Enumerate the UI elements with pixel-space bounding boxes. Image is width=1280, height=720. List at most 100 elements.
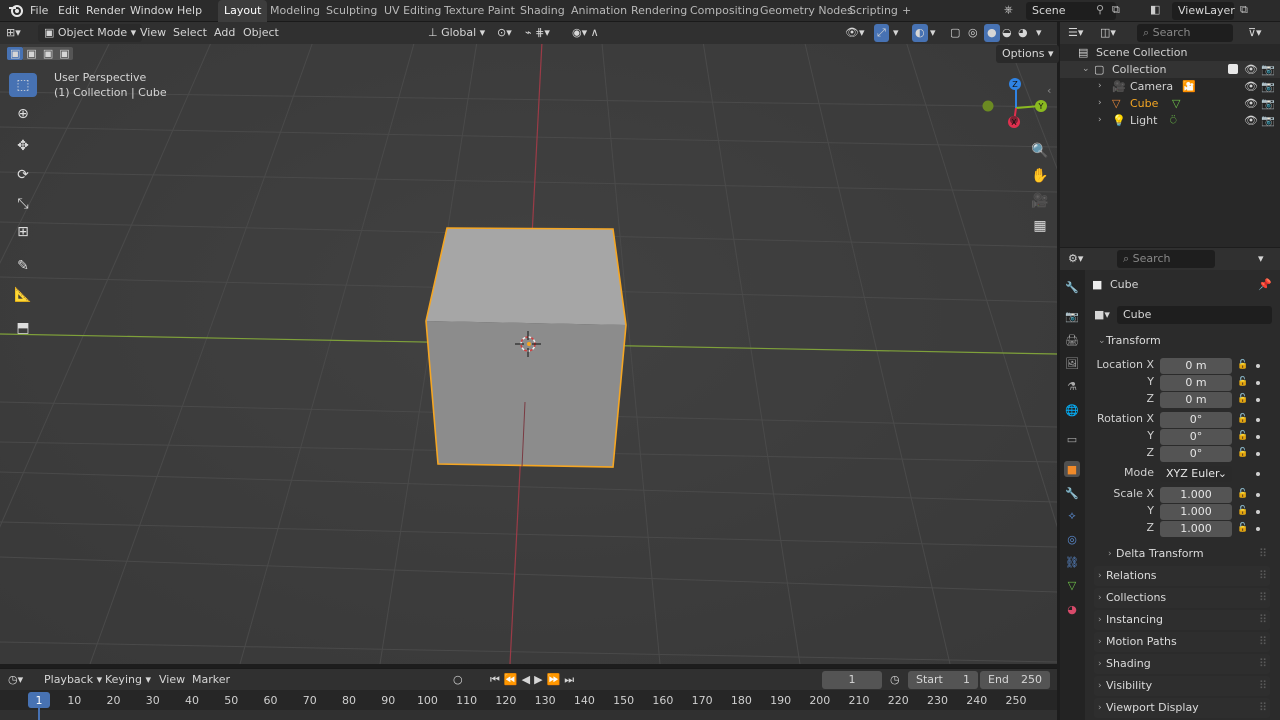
select-extend-icon[interactable]: ▣ bbox=[23, 47, 40, 60]
camera-data-icon[interactable]: 🎦 bbox=[1182, 78, 1196, 95]
tab-rendering[interactable]: Rendering bbox=[625, 0, 693, 22]
panel-shading[interactable]: › Shading ⠿ bbox=[1094, 654, 1270, 674]
lock-icon[interactable]: 🔓 bbox=[1237, 523, 1248, 533]
pin-icon[interactable]: 📌 bbox=[1258, 276, 1272, 294]
outliner-row-light[interactable]: › 💡 Light ⍥ 👁 📷 bbox=[1060, 112, 1280, 129]
constraints-tab-icon[interactable]: ⛓ bbox=[1064, 554, 1080, 570]
new-view-layer-icon[interactable]: ⧉ bbox=[1240, 3, 1248, 17]
properties-search[interactable]: ⌕ Search bbox=[1117, 250, 1215, 268]
transform-panel-header[interactable]: ⌄ Transform bbox=[1094, 331, 1270, 351]
new-scene-icon[interactable]: ⧉ bbox=[1112, 3, 1120, 17]
mode-dropdown[interactable]: ▣ Object Mode ▾ bbox=[38, 24, 143, 42]
lock-icon[interactable]: 🔓 bbox=[1237, 431, 1248, 441]
pin-scene-icon[interactable]: ⚲ bbox=[1096, 3, 1104, 16]
tab-compositing[interactable]: Compositing bbox=[684, 0, 765, 22]
scene-selector-icon[interactable]: ⎈ bbox=[1004, 3, 1013, 17]
object-datablock-icon[interactable]: ■▾ bbox=[1094, 306, 1110, 324]
select-intersect-icon[interactable]: ▣ bbox=[56, 47, 73, 60]
select-mode-buttons[interactable]: ▣ ▣ ▣ ▣ bbox=[7, 46, 87, 62]
shading-wireframe-icon[interactable]: ◎ bbox=[968, 24, 978, 42]
playback-controls[interactable]: ⏮⏪◀▶⏩⏭ bbox=[490, 671, 578, 689]
tab-scripting[interactable]: Scripting bbox=[843, 0, 904, 22]
play-icon[interactable]: ▶ bbox=[534, 673, 546, 686]
zoom-view-icon[interactable]: 🔍 bbox=[1026, 139, 1054, 163]
outliner-row-collection[interactable]: ⌄ ▢ Collection 👁 📷 bbox=[1060, 61, 1280, 78]
measure-tool-icon[interactable]: 📐 bbox=[9, 283, 37, 307]
lock-icon[interactable]: 🔓 bbox=[1237, 414, 1248, 424]
scale-z-field[interactable]: 1.000 bbox=[1160, 521, 1232, 537]
output-tab-icon[interactable]: 🖨 bbox=[1064, 332, 1080, 348]
annotate-tool-icon[interactable]: ✎ bbox=[9, 254, 37, 278]
select-new-icon[interactable]: ▣ bbox=[7, 47, 24, 60]
panel-collections[interactable]: › Collections ⠿ bbox=[1094, 588, 1270, 608]
xray-toggle-icon[interactable]: ▢ bbox=[950, 24, 960, 42]
location-y-field[interactable]: 0 m bbox=[1160, 375, 1232, 391]
options-dropdown[interactable]: Options ▾ bbox=[996, 45, 1060, 63]
blender-logo-icon[interactable] bbox=[8, 3, 24, 20]
keyframe-dot-icon[interactable] bbox=[1256, 418, 1260, 422]
lock-icon[interactable]: 🔓 bbox=[1237, 489, 1248, 499]
panel-instancing[interactable]: › Instancing ⠿ bbox=[1094, 610, 1270, 630]
prev-keyframe-icon[interactable]: ⏪ bbox=[504, 673, 522, 686]
menu-edit[interactable]: Edit bbox=[58, 4, 79, 17]
outliner-row-camera[interactable]: › 🎥 Camera 🎦 👁 📷 bbox=[1060, 78, 1280, 95]
current-frame-field[interactable]: 1 bbox=[822, 671, 882, 689]
properties-editor-type-icon[interactable]: ⚙▾ bbox=[1068, 250, 1083, 268]
select-box-tool-icon[interactable]: ⬚ bbox=[9, 73, 37, 97]
shading-dropdown-icon[interactable]: ▾ bbox=[1036, 24, 1042, 42]
end-frame-field[interactable]: End 250 bbox=[980, 671, 1050, 689]
camera-view-icon[interactable]: 🎥 bbox=[1026, 189, 1054, 213]
tab-uv-editing[interactable]: UV Editing bbox=[378, 0, 447, 22]
outliner-row-cube[interactable]: › ▽ Cube ▽ 👁 📷 bbox=[1060, 95, 1280, 112]
outliner-filter-icon[interactable]: ⊽▾ bbox=[1248, 24, 1262, 42]
location-x-field[interactable]: 0 m bbox=[1160, 358, 1232, 374]
light-data-icon[interactable]: ⍥ bbox=[1170, 112, 1177, 129]
lock-icon[interactable]: 🔓 bbox=[1237, 394, 1248, 404]
visibility-eye-icon[interactable]: 👁 bbox=[1244, 112, 1258, 129]
viewport-menu-object[interactable]: Object bbox=[243, 24, 279, 42]
object-name-field[interactable]: Cube bbox=[1117, 306, 1272, 324]
scale-tool-icon[interactable]: ⤡ bbox=[9, 192, 37, 216]
location-z-field[interactable]: 0 m bbox=[1160, 392, 1232, 408]
cursor-tool-icon[interactable]: ⊕ bbox=[9, 102, 37, 126]
tab-texture-paint[interactable]: Texture Paint bbox=[438, 0, 521, 22]
panel-viewport-display[interactable]: › Viewport Display ⠿ bbox=[1094, 698, 1270, 718]
add-workspace-button[interactable]: + bbox=[896, 0, 917, 22]
drag-handle-icon[interactable]: ⠿ bbox=[1259, 654, 1267, 674]
pivot-point-icon[interactable]: ⊙▾ bbox=[497, 24, 512, 42]
sidebar-toggle-icon[interactable]: ‹ bbox=[1047, 82, 1051, 100]
view-layer-icon[interactable]: ◧ bbox=[1150, 3, 1160, 16]
tool-tab-icon[interactable]: 🔧 bbox=[1064, 279, 1080, 295]
pan-view-icon[interactable]: ✋ bbox=[1026, 164, 1054, 188]
outliner-row-scene-collection[interactable]: ▤ Scene Collection bbox=[1060, 44, 1280, 61]
menu-render[interactable]: Render bbox=[86, 4, 125, 17]
visibility-dropdown-icon[interactable]: 👁▾ bbox=[845, 24, 865, 42]
jump-end-icon[interactable]: ⏭ bbox=[564, 673, 578, 686]
expand-icon[interactable]: › bbox=[1098, 95, 1102, 112]
drag-handle-icon[interactable]: ⠿ bbox=[1259, 544, 1267, 564]
auto-keying-icon[interactable]: ○ bbox=[453, 671, 463, 689]
data-tab-icon[interactable]: ▽ bbox=[1064, 577, 1080, 593]
transform-orientation-dropdown[interactable]: ⊥ Global ▾ bbox=[428, 24, 485, 42]
visibility-eye-icon[interactable]: 👁 bbox=[1244, 95, 1258, 112]
keyframe-dot-icon[interactable] bbox=[1256, 452, 1260, 456]
shading-rendered-icon[interactable]: ◕ bbox=[1018, 24, 1028, 42]
preview-range-icon[interactable]: ◷ bbox=[890, 671, 900, 689]
timeline-menu-playback[interactable]: Playback ▾ bbox=[44, 671, 102, 689]
panel-motion-paths[interactable]: › Motion Paths ⠿ bbox=[1094, 632, 1270, 652]
overlays-dropdown-icon[interactable]: ▾ bbox=[930, 24, 936, 42]
viewport-menu-select[interactable]: Select bbox=[173, 24, 207, 42]
particles-tab-icon[interactable]: ⟡ bbox=[1064, 508, 1080, 524]
rotation-mode-dropdown[interactable]: XYZ Euler ⌄ bbox=[1160, 466, 1232, 482]
delta-transform-subpanel[interactable]: › Delta Transform ⠿ bbox=[1104, 544, 1270, 564]
timeline-menu-marker[interactable]: Marker bbox=[192, 671, 230, 689]
panel-relations[interactable]: › Relations ⠿ bbox=[1094, 566, 1270, 586]
collapse-icon[interactable]: ⌄ bbox=[1082, 61, 1090, 78]
cube-object[interactable] bbox=[425, 227, 627, 468]
tab-layout[interactable]: Layout bbox=[218, 0, 268, 22]
keyframe-dot-icon[interactable] bbox=[1256, 527, 1260, 531]
overlays-toggle-icon[interactable]: ◐ bbox=[912, 24, 928, 42]
exclude-checkbox[interactable] bbox=[1228, 64, 1238, 74]
lock-icon[interactable]: 🔓 bbox=[1237, 360, 1248, 370]
view-layer-tab-icon[interactable]: 🖼 bbox=[1064, 355, 1080, 371]
